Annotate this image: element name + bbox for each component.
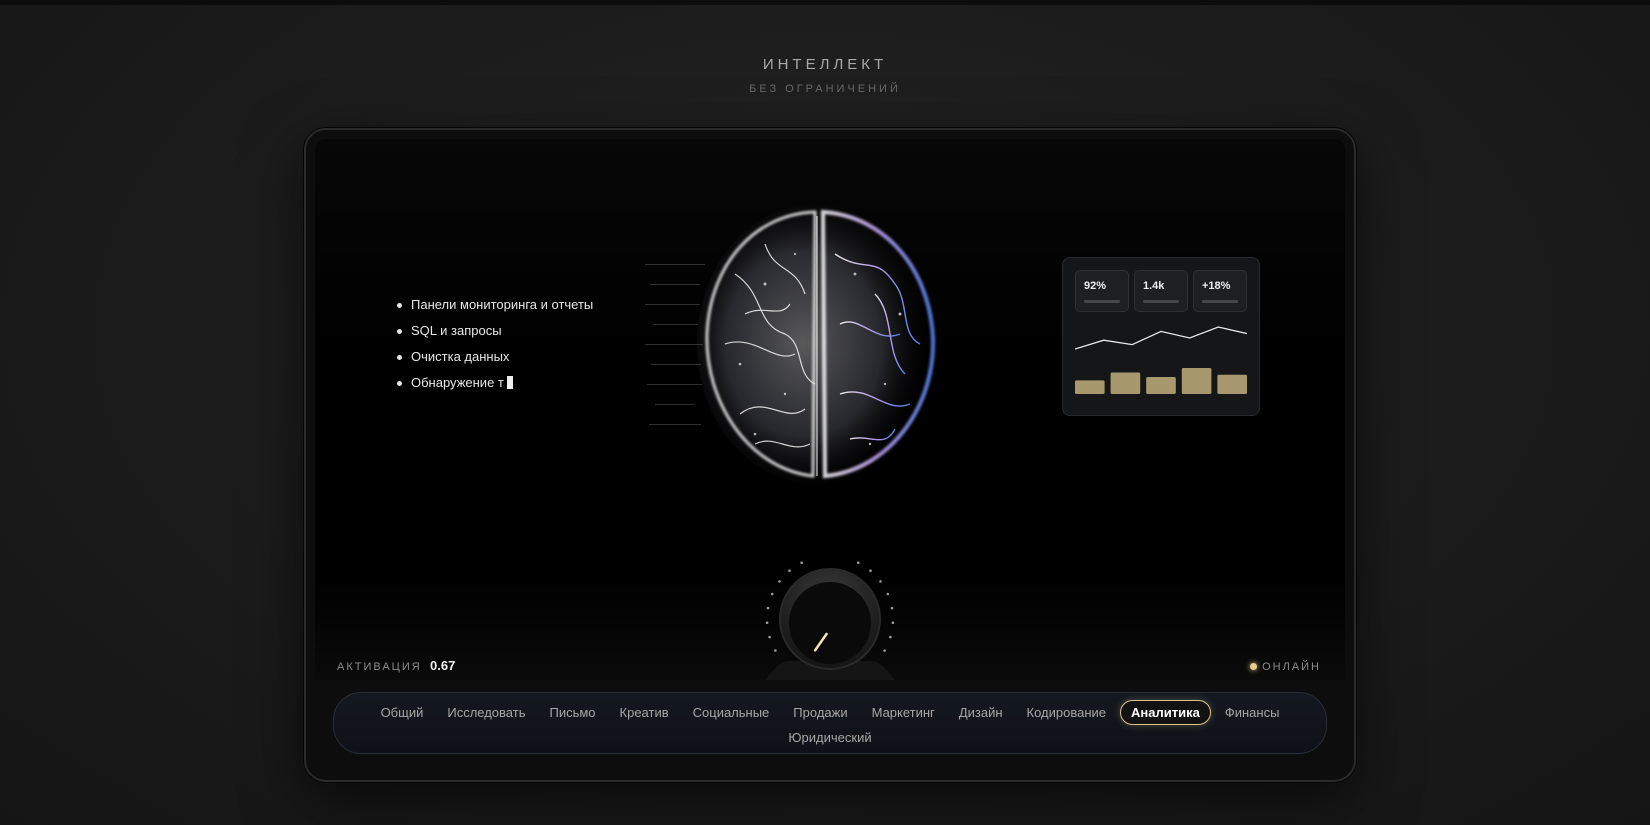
- tab-row: Общий Исследовать Письмо Креатив Социальные П…: [334, 700, 1326, 725]
- hero-title: ИНТЕЛЛЕКТ: [762, 56, 888, 73]
- stat-bar: [1143, 300, 1179, 303]
- list-item: Очистка данных: [397, 349, 593, 375]
- activation-value: 0.67: [430, 658, 456, 673]
- activation-label: АКТИВАЦИЯ: [337, 661, 422, 673]
- device-frame: Панели мониторинга и отчеты SQL и запрос…: [304, 128, 1356, 782]
- tab-row1-3[interactable]: Креатив: [610, 701, 679, 724]
- stat-bar: [1084, 300, 1120, 303]
- bar: [1181, 368, 1212, 394]
- bar: [1146, 377, 1176, 394]
- stat-card: +18%: [1193, 270, 1247, 312]
- tab-row1-6[interactable]: Маркетинг: [862, 701, 945, 724]
- knob-tick: [886, 592, 890, 596]
- stat-card: 92%: [1075, 270, 1129, 312]
- sparkline-path: [1075, 326, 1247, 350]
- list-item: Панели мониторинга и отчеты: [397, 297, 593, 323]
- top-border: [0, 0, 1650, 5]
- bar: [1217, 374, 1247, 394]
- stat-value: 1.4k: [1143, 280, 1165, 292]
- mini-bar-chart: [1075, 368, 1247, 394]
- tab-row1-1[interactable]: Исследовать: [437, 701, 535, 724]
- tab-row: Юридический: [334, 726, 1326, 749]
- list-item: SQL и запросы: [397, 323, 593, 349]
- activation-knob-icon[interactable]: [758, 559, 902, 680]
- text-cursor: [506, 376, 513, 389]
- list-item-label: SQL и запросы: [411, 323, 502, 338]
- knob-tick: [774, 649, 777, 652]
- display-screen: Панели мониторинга и отчеты SQL и запрос…: [315, 139, 1345, 680]
- status-label: ОНЛАЙН: [1262, 661, 1321, 673]
- status-dot-icon: [1250, 663, 1258, 670]
- knob-tick: [766, 606, 770, 610]
- stats-panel: 92% 1.4k +18%: [1062, 257, 1260, 416]
- knob-tick: [800, 561, 803, 564]
- tab-row1-5[interactable]: Продажи: [783, 701, 857, 724]
- tab-row1-7[interactable]: Дизайн: [949, 701, 1013, 724]
- brain-visual: [645, 204, 936, 484]
- status-indicator: ОНЛАЙН: [1250, 661, 1321, 673]
- stat-value: +18%: [1202, 280, 1231, 292]
- knob-tick: [765, 621, 769, 624]
- knob-tick: [879, 580, 882, 583]
- knob-tick: [770, 592, 774, 596]
- tab-row1-10[interactable]: Финансы: [1215, 701, 1290, 724]
- tab-row1-4[interactable]: Социальные: [683, 701, 780, 724]
- stat-value: 92%: [1084, 280, 1107, 292]
- list-item: Обнаружение т: [397, 375, 593, 401]
- bar: [1075, 380, 1105, 394]
- list-item-label: Очистка данных: [411, 349, 510, 364]
- knob-tick: [889, 635, 892, 639]
- tab-row1-0[interactable]: Общий: [371, 701, 434, 724]
- list-item-label: Обнаружение т: [411, 375, 504, 390]
- knob-tick: [890, 606, 894, 610]
- bar: [1110, 372, 1141, 394]
- tab-row1-8[interactable]: Кодирование: [1017, 701, 1117, 724]
- sparkline: [1075, 326, 1247, 350]
- tab-row1-9[interactable]: Аналитика: [1120, 700, 1211, 725]
- list-item-label: Панели мониторинга и отчеты: [411, 297, 594, 312]
- knob-tick: [869, 569, 872, 572]
- knob-tick: [768, 635, 771, 639]
- stat-bar: [1202, 300, 1238, 303]
- category-tabs: Общий Исследовать Письмо Креатив Социальные П…: [333, 692, 1327, 754]
- stat-card: 1.4k: [1134, 270, 1188, 312]
- knob-tick: [788, 569, 791, 572]
- tab-row2-0[interactable]: Юридический: [778, 726, 881, 749]
- hero-subtitle: БЕЗ ОГРАНИЧЕНИЙ: [749, 83, 901, 95]
- knob-tick: [891, 621, 895, 624]
- capability-list: Панели мониторинга и отчеты SQL и запрос…: [397, 297, 593, 401]
- knob-tick: [778, 580, 781, 583]
- tab-row1-2[interactable]: Письмо: [539, 701, 605, 724]
- knob-tick: [857, 561, 860, 564]
- knob-tick: [883, 649, 886, 652]
